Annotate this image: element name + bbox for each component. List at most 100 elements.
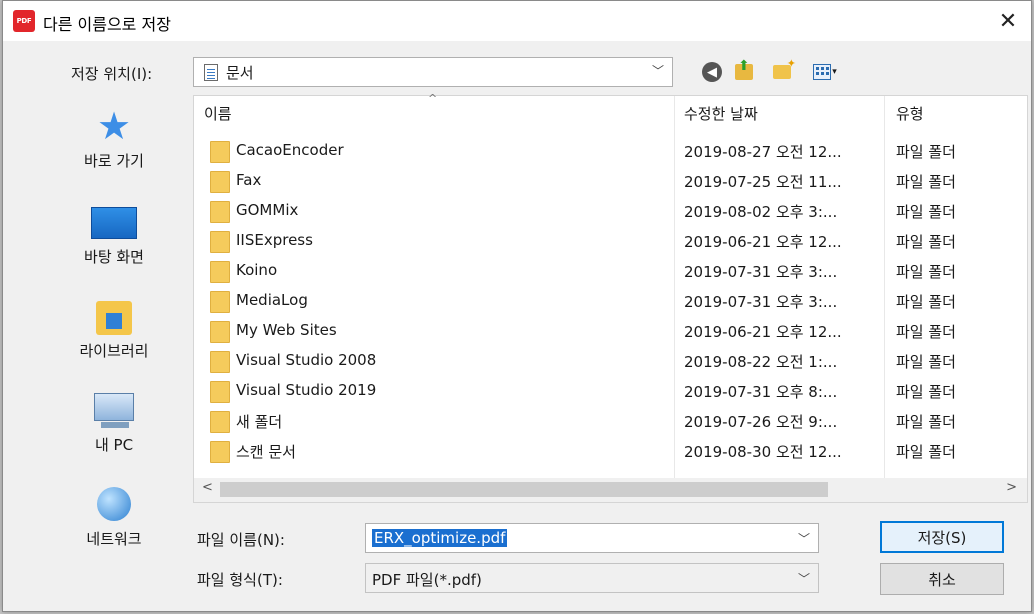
file-date: 2019-07-26 오전 9:...	[684, 413, 838, 431]
pc-icon	[94, 393, 134, 428]
file-date: 2019-08-27 오전 12...	[684, 143, 842, 161]
file-name: 스캔 문서	[236, 443, 296, 461]
file-name: Visual Studio 2008	[236, 351, 377, 369]
file-row[interactable]: GOMMix 2019-08-02 오후 3:... 파일 폴더	[194, 196, 1027, 226]
folder-icon	[210, 321, 230, 343]
desktop-icon	[91, 207, 137, 239]
sort-ascending-icon: ^	[428, 92, 438, 105]
place-label: 바로 가기	[84, 152, 144, 170]
file-name: Fax	[236, 171, 262, 189]
file-name: Koino	[236, 261, 278, 279]
file-name: GOMMix	[236, 201, 299, 219]
file-date: 2019-07-31 오후 3:...	[684, 263, 838, 281]
folder-icon	[210, 171, 230, 193]
close-button[interactable]: ✕	[993, 7, 1023, 35]
column-header-type[interactable]: 유형	[896, 96, 924, 132]
folder-icon	[210, 141, 230, 163]
folder-icon	[210, 201, 230, 223]
network-icon	[97, 487, 131, 521]
folder-icon	[210, 231, 230, 253]
file-date: 2019-08-22 오전 1:...	[684, 353, 838, 371]
file-type: 파일 폴더	[896, 383, 956, 401]
filename-value: ERX_optimize.pdf	[372, 529, 508, 547]
file-name: CacaoEncoder	[236, 141, 344, 159]
places-bar: ★ 바로 가기 바탕 화면 라이브러리 내 PC 네트워크	[43, 95, 185, 575]
file-type: 파일 폴더	[896, 323, 956, 341]
place-desktop[interactable]: 바탕 화면	[43, 191, 185, 281]
file-type: 파일 폴더	[896, 413, 956, 431]
title-bar: PDF 다른 이름으로 저장 ✕	[3, 1, 1031, 41]
library-icon	[96, 301, 132, 335]
file-row[interactable]: Fax 2019-07-25 오전 11... 파일 폴더	[194, 166, 1027, 196]
file-row[interactable]: Koino 2019-07-31 오후 3:... 파일 폴더	[194, 256, 1027, 286]
place-label: 네트워크	[86, 530, 142, 548]
file-row[interactable]: 새 폴더 2019-07-26 오전 9:... 파일 폴더	[194, 406, 1027, 436]
save-as-dialog: PDF 다른 이름으로 저장 ✕ 저장 위치(I): 문서 ﹀ ◀ ▾ ★ 바로…	[2, 0, 1032, 612]
place-label: 라이브러리	[79, 342, 149, 360]
place-this-pc[interactable]: 내 PC	[43, 379, 185, 469]
folder-icon	[210, 291, 230, 313]
new-folder-button[interactable]	[769, 57, 796, 85]
file-name: Visual Studio 2019	[236, 381, 377, 399]
file-row[interactable]: 스캔 문서 2019-08-30 오전 12... 파일 폴더	[194, 436, 1027, 466]
filetype-select[interactable]: PDF 파일(*.pdf) ﹀	[365, 563, 819, 593]
place-library[interactable]: 라이브러리	[43, 285, 185, 375]
file-name: IISExpress	[236, 231, 313, 249]
file-name: My Web Sites	[236, 321, 337, 339]
folder-icon	[210, 411, 230, 433]
chevron-down-icon[interactable]: ﹀	[798, 530, 810, 547]
up-folder-button[interactable]	[731, 58, 757, 85]
view-grid-icon	[813, 64, 832, 80]
up-folder-icon	[735, 58, 753, 80]
save-location-label: 저장 위치(I):	[71, 65, 153, 83]
file-type: 파일 폴더	[896, 293, 956, 311]
file-date: 2019-07-25 오전 11...	[684, 173, 842, 191]
new-folder-icon	[773, 57, 796, 79]
folder-icon	[210, 441, 230, 463]
place-label: 바탕 화면	[84, 248, 144, 266]
chevron-down-icon: ﹀	[651, 64, 664, 78]
filename-input[interactable]: ERX_optimize.pdf ﹀	[365, 523, 819, 553]
file-date: 2019-07-31 오후 3:...	[684, 293, 838, 311]
folder-icon	[210, 261, 230, 283]
dialog-title: 다른 이름으로 저장	[43, 15, 171, 34]
close-icon: ✕	[998, 8, 1018, 34]
documents-icon	[204, 64, 218, 81]
save-location-value: 문서	[226, 64, 254, 82]
file-row[interactable]: CacaoEncoder 2019-08-27 오전 12... 파일 폴더	[194, 136, 1027, 166]
star-icon: ★	[96, 104, 132, 148]
column-header-date[interactable]: 수정한 날짜	[684, 96, 758, 132]
filetype-value: PDF 파일(*.pdf)	[372, 571, 482, 589]
filename-selected-text: ERX_optimize.pdf	[372, 529, 508, 547]
back-arrow-icon: ◀	[702, 62, 722, 82]
file-row[interactable]: MediaLog 2019-07-31 오후 3:... 파일 폴더	[194, 286, 1027, 316]
view-menu-button[interactable]: ▾	[805, 59, 845, 85]
file-type: 파일 폴더	[896, 443, 956, 461]
file-type: 파일 폴더	[896, 143, 956, 161]
scroll-left-icon[interactable]: <	[202, 480, 213, 495]
column-header-name[interactable]: 이름	[204, 96, 232, 132]
file-list[interactable]: 이름 ^ 수정한 날짜 유형 CacaoEncoder 2019-08-27 오전…	[193, 92, 1028, 503]
pdf-app-icon: PDF	[13, 10, 35, 32]
save-button[interactable]: 저장(S)	[880, 521, 1004, 553]
save-location-combobox[interactable]: 문서 ﹀	[193, 57, 673, 87]
chevron-down-icon: ﹀	[797, 572, 810, 586]
horizontal-scrollbar[interactable]: < >	[194, 478, 1027, 502]
file-date: 2019-06-21 오후 12...	[684, 323, 842, 341]
scroll-right-icon[interactable]: >	[1006, 480, 1017, 495]
file-row[interactable]: IISExpress 2019-06-21 오후 12... 파일 폴더	[194, 226, 1027, 256]
dropdown-arrow-icon: ▾	[832, 67, 837, 77]
folder-icon	[210, 351, 230, 373]
cancel-button[interactable]: 취소	[880, 563, 1004, 595]
file-row[interactable]: Visual Studio 2008 2019-08-22 오전 1:... 파일 …	[194, 346, 1027, 376]
scroll-thumb[interactable]	[220, 482, 828, 497]
place-quick-access[interactable]: ★ 바로 가기	[43, 95, 185, 185]
file-type: 파일 폴더	[896, 233, 956, 251]
file-date: 2019-08-02 오후 3:...	[684, 203, 838, 221]
file-date: 2019-06-21 오후 12...	[684, 233, 842, 251]
file-row[interactable]: Visual Studio 2019 2019-07-31 오후 8:... 파일 …	[194, 376, 1027, 406]
file-row[interactable]: My Web Sites 2019-06-21 오후 12... 파일 폴더	[194, 316, 1027, 346]
place-label: 내 PC	[94, 436, 134, 454]
back-button[interactable]: ◀	[699, 59, 725, 85]
place-network[interactable]: 네트워크	[43, 473, 185, 563]
